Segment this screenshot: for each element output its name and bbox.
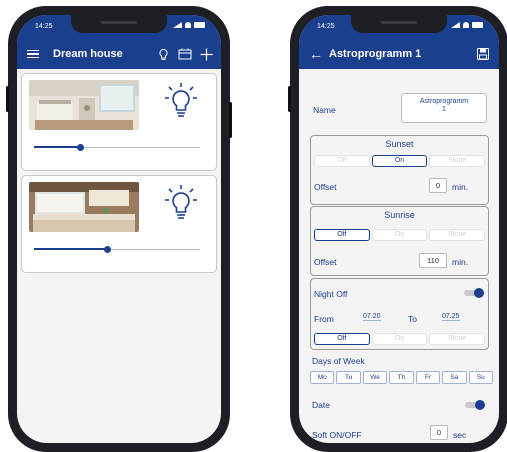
battery-icon (194, 22, 205, 28)
save-icon[interactable] (477, 48, 489, 60)
day-th[interactable]: Th (389, 371, 414, 384)
sunset-title: Sunset (385, 139, 414, 149)
sunset-offset-label: Offset (314, 182, 337, 192)
date-toggle[interactable] (465, 400, 485, 410)
days-of-week-label: Days of Week (312, 356, 365, 366)
page-title: Dream house (53, 48, 123, 60)
day-fr[interactable]: Fr (415, 371, 441, 384)
night-off-group: Night Off From 07.20 To 07.25 Off On Sto… (310, 278, 489, 350)
day-sa[interactable]: Sa (442, 371, 467, 384)
night-off-mode-selector: Off On Stone (314, 333, 486, 345)
screen-astroprogramm: 14:25 ← Astroprogramm 1 Name Astroprogra… (299, 15, 499, 443)
sunset-mode-selector: Off On Stone (314, 155, 486, 167)
sunrise-offset-label: Offset (314, 257, 337, 267)
signal-icon (173, 22, 182, 28)
sunset-option-on[interactable]: On (371, 155, 428, 167)
day-we[interactable]: We (362, 371, 388, 384)
add-icon[interactable] (200, 48, 213, 61)
menu-icon[interactable] (27, 49, 39, 59)
dimmer-slider-handle[interactable] (104, 246, 112, 253)
sunset-option-stone[interactable]: Stone (429, 155, 486, 167)
light-bulb-icon[interactable] (157, 48, 170, 61)
status-time: 14:25 (317, 23, 335, 30)
volume-button (288, 86, 291, 112)
app-bar: ← Astroprogramm 1 (299, 39, 499, 69)
night-off-option-off[interactable]: Off (314, 333, 370, 345)
night-off-option-stone[interactable]: Stone (429, 333, 486, 345)
date-label: Date (312, 400, 330, 410)
back-arrow-icon[interactable]: ← (309, 47, 323, 61)
sunrise-mode-selector: Off On Stone (314, 229, 486, 241)
day-tu[interactable]: Tu (336, 371, 361, 384)
soft-on-off-label: Soft ON/OFF (312, 430, 362, 440)
night-off-option-on[interactable]: On (371, 333, 428, 345)
sunrise-option-on[interactable]: On (371, 229, 428, 241)
night-off-toggle[interactable] (464, 288, 484, 298)
device-card-bathroom[interactable] (21, 73, 217, 171)
day-mo[interactable]: Mo (310, 371, 335, 384)
astro-form: Name Astroprogramm 1 Sunset Off On Stone… (299, 75, 499, 443)
night-off-label: Night Off (314, 289, 348, 299)
light-bulb-icon[interactable] (164, 82, 198, 120)
battery-icon (472, 22, 483, 28)
night-off-to-input[interactable]: 07.25 (442, 313, 460, 321)
page-title: Astroprogramm 1 (329, 48, 422, 60)
device-card-bedroom[interactable] (21, 175, 217, 273)
sunrise-offset-unit: min. (452, 257, 469, 267)
phone-frame-right: 14:25 ← Astroprogramm 1 Name Astroprogra… (288, 6, 507, 452)
name-input[interactable]: Astroprogramm 1 (401, 93, 487, 123)
room-photo-bedroom (29, 182, 139, 232)
dimmer-slider-track[interactable] (34, 144, 200, 151)
night-off-to-label: To (408, 314, 417, 324)
days-of-week-selector: Mo Tu We Th Fr Sa Su (310, 371, 493, 384)
power-button (229, 102, 232, 138)
notch (71, 15, 167, 33)
night-off-from-input[interactable]: 07.20 (363, 313, 381, 321)
notch (351, 15, 447, 33)
sunrise-option-off[interactable]: Off (314, 229, 370, 241)
phone-frame-left: 14:25 Dream house (6, 6, 232, 452)
sunset-option-off[interactable]: Off (314, 155, 370, 167)
soft-on-off-input[interactable]: 0 (430, 425, 448, 440)
dimmer-slider-handle[interactable] (77, 144, 85, 151)
sunrise-group: Sunrise Off On Stone Offset 110 min. (310, 206, 489, 276)
signal-icon (451, 22, 460, 28)
sunset-offset-input[interactable]: 0 (429, 178, 447, 193)
dimmer-slider-track[interactable] (34, 246, 200, 253)
volume-button (6, 86, 9, 112)
wifi-icon (185, 22, 191, 28)
light-bulb-icon[interactable] (164, 184, 198, 222)
scene-icon[interactable] (178, 48, 192, 60)
sunset-group: Sunset Off On Stone Offset 0 min. (310, 135, 489, 205)
status-time: 14:25 (35, 23, 53, 30)
sunrise-option-stone[interactable]: Stone (429, 229, 486, 241)
sunrise-title: Sunrise (384, 210, 415, 220)
screen-dream-house: 14:25 Dream house (17, 15, 221, 443)
room-photo-bathroom (29, 80, 139, 130)
name-label: Name (313, 105, 336, 115)
wifi-icon (463, 22, 469, 28)
sunrise-offset-input[interactable]: 110 (419, 253, 447, 268)
day-su[interactable]: Su (468, 371, 493, 384)
night-off-from-label: From (314, 314, 334, 324)
soft-on-off-unit: sec (453, 430, 467, 440)
sunset-offset-unit: min. (452, 182, 469, 192)
app-bar: Dream house (17, 39, 221, 69)
